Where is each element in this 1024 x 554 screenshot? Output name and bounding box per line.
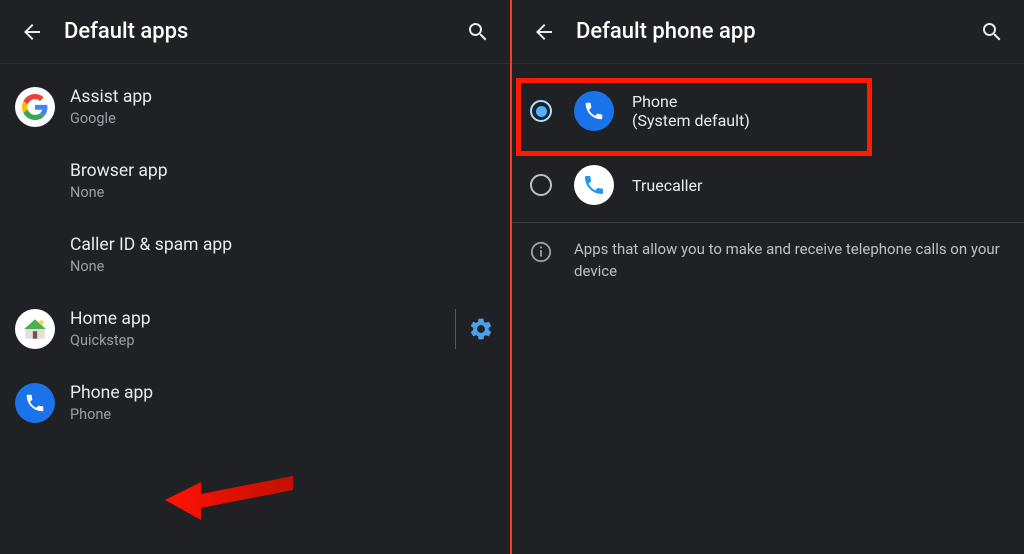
header-left: Default apps <box>0 0 510 64</box>
row-home-app[interactable]: Home app Quickstep <box>0 292 510 366</box>
divider <box>455 309 456 349</box>
option-phone-sublabel: (System default) <box>632 111 1006 130</box>
home-app-settings-button[interactable] <box>468 316 494 342</box>
back-button[interactable] <box>12 12 52 52</box>
assist-app-label: Assist app <box>70 87 494 109</box>
phone-app-icon <box>15 383 55 423</box>
radio-selected-icon <box>530 100 552 122</box>
back-button-right[interactable] <box>524 12 564 52</box>
row-browser-app[interactable]: Browser app None <box>0 144 510 218</box>
assist-app-value: Google <box>70 110 494 127</box>
info-row: Apps that allow you to make and receive … <box>512 222 1024 295</box>
search-icon <box>980 20 1004 44</box>
truecaller-icon <box>574 165 614 205</box>
default-apps-list: Assist app Google Browser app None Calle… <box>0 64 510 440</box>
phone-app-label: Phone app <box>70 383 494 405</box>
option-phone-label: Phone <box>632 92 1006 111</box>
row-phone-app[interactable]: Phone app Phone <box>0 366 510 440</box>
phone-option-icon <box>574 91 614 131</box>
radio-unselected-icon <box>530 174 552 196</box>
annotation-arrow-icon <box>165 468 295 528</box>
callerid-app-label: Caller ID & spam app <box>70 235 494 257</box>
browser-app-label: Browser app <box>70 161 494 183</box>
callerid-app-value: None <box>70 258 494 275</box>
arrow-back-icon <box>20 20 44 44</box>
phone-app-value: Phone <box>70 406 494 423</box>
home-app-value: Quickstep <box>70 332 447 349</box>
search-icon <box>466 20 490 44</box>
info-text: Apps that allow you to make and receive … <box>574 239 1004 283</box>
default-apps-panel: Default apps Assist app <box>0 0 512 554</box>
google-icon <box>15 87 55 127</box>
default-phone-app-panel: Default phone app Phone (System default) <box>512 0 1024 554</box>
info-icon <box>530 241 552 263</box>
search-button-left[interactable] <box>458 12 498 52</box>
gear-icon <box>468 316 494 342</box>
search-button-right[interactable] <box>972 12 1012 52</box>
header-right: Default phone app <box>512 0 1024 64</box>
home-app-label: Home app <box>70 309 447 331</box>
arrow-back-icon <box>532 20 556 44</box>
page-title-left: Default apps <box>64 19 458 44</box>
row-callerid-app[interactable]: Caller ID & spam app None <box>0 218 510 292</box>
row-assist-app[interactable]: Assist app Google <box>0 70 510 144</box>
quickstep-icon <box>15 309 55 349</box>
page-title-right: Default phone app <box>576 19 972 44</box>
browser-app-value: None <box>70 184 494 201</box>
option-phone[interactable]: Phone (System default) <box>512 74 1024 148</box>
option-truecaller-label: Truecaller <box>632 176 1006 195</box>
option-truecaller[interactable]: Truecaller <box>512 148 1024 222</box>
